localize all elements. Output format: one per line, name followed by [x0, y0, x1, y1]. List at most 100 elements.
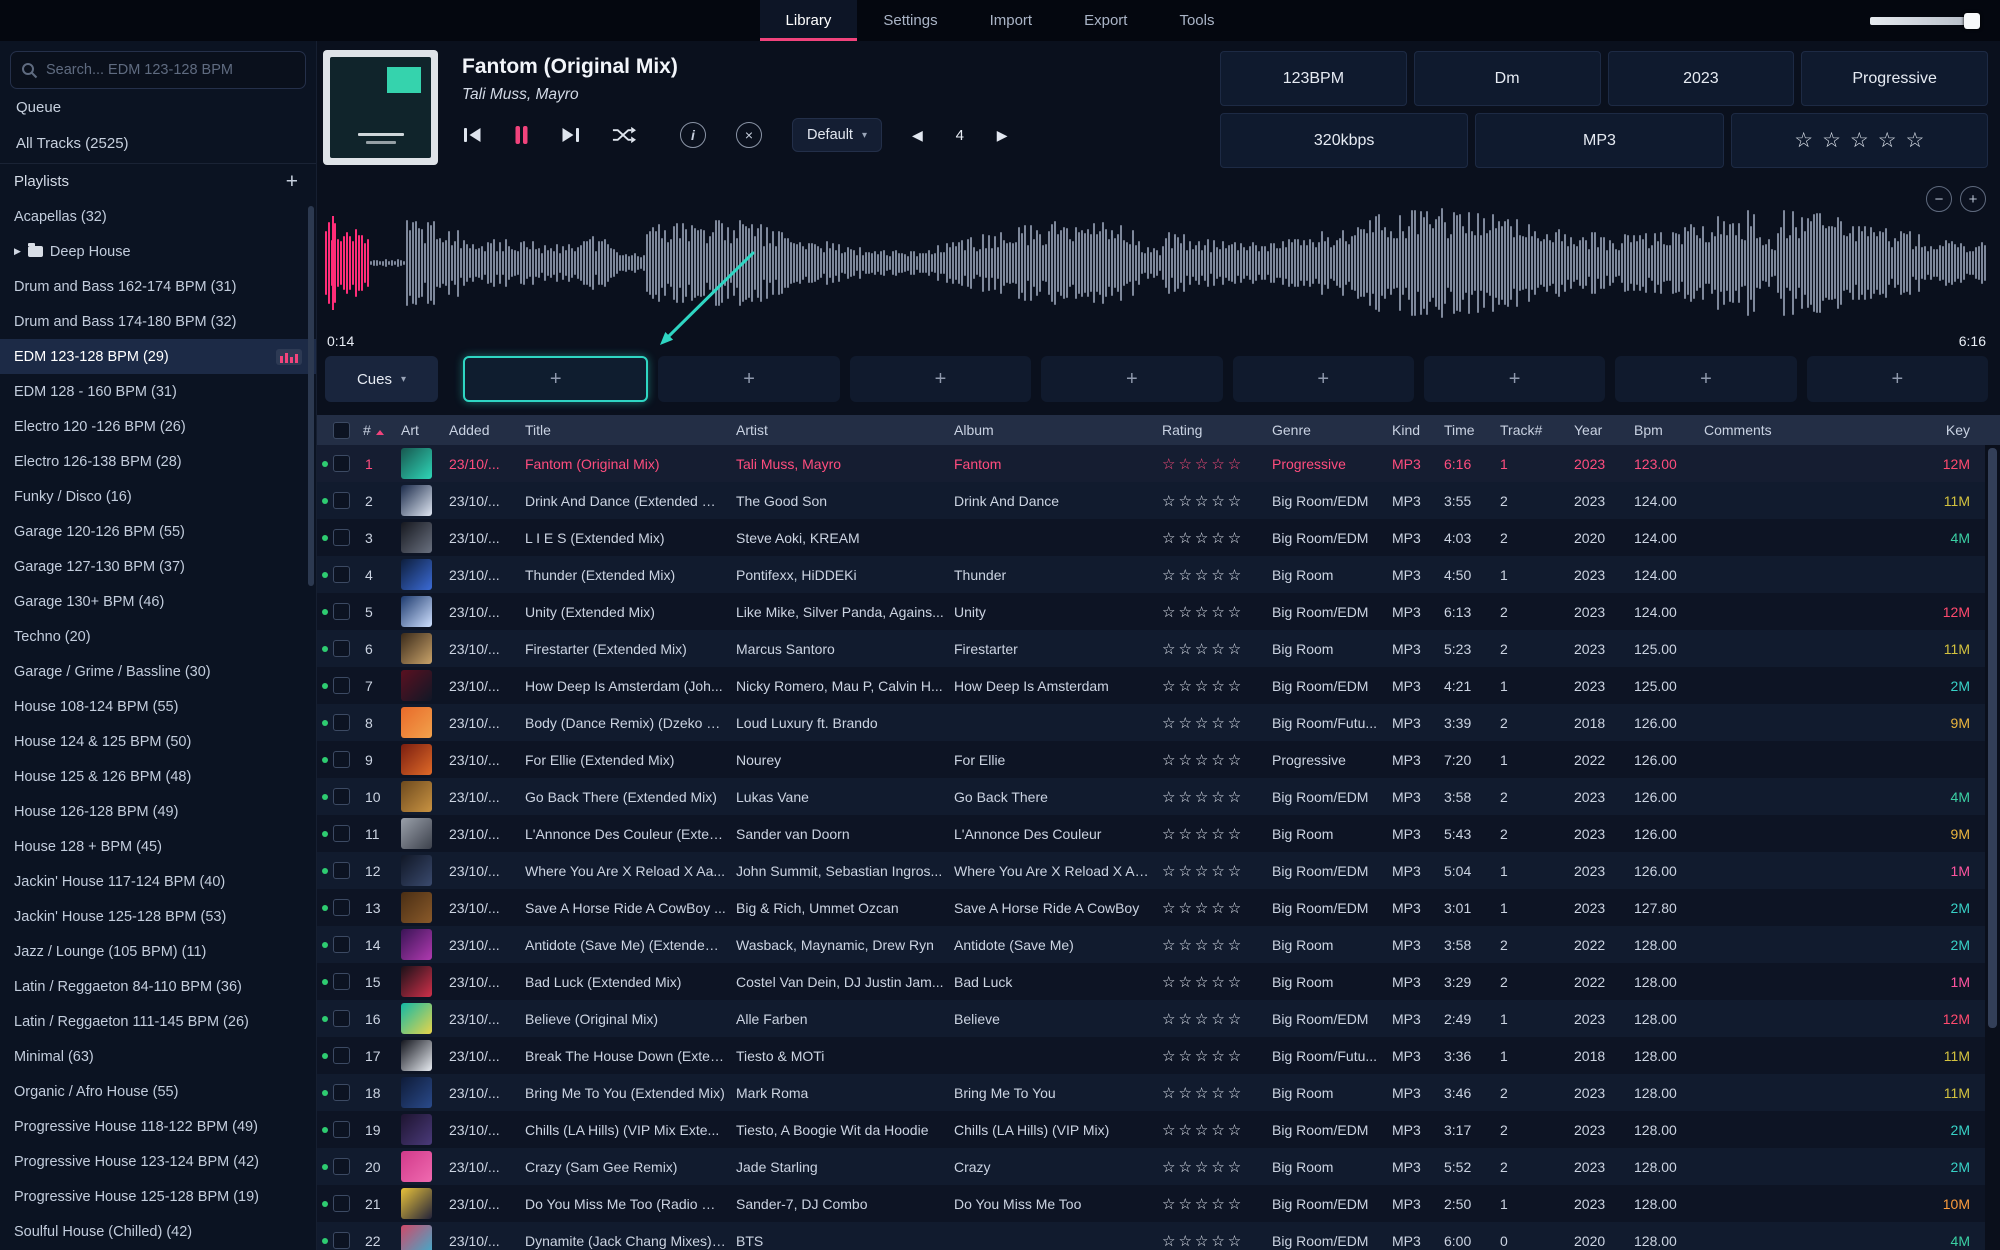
table-row[interactable]: 623/10/...Firestarter (Extended Mix)Marc…: [317, 630, 2000, 667]
cell-rating[interactable]: ☆☆☆☆☆: [1162, 973, 1272, 991]
sidebar-item-playlist[interactable]: House 108-124 BPM (55): [0, 689, 316, 724]
cell-rating[interactable]: ☆☆☆☆☆: [1162, 1195, 1272, 1213]
cell-rating[interactable]: ☆☆☆☆☆: [1162, 1121, 1272, 1139]
column-header-time[interactable]: Time: [1444, 422, 1500, 438]
row-checkbox[interactable]: [333, 825, 350, 842]
sidebar-item-playlist[interactable]: House 124 & 125 BPM (50): [0, 724, 316, 759]
tab-import[interactable]: Import: [964, 0, 1059, 41]
cue-slot[interactable]: +: [1807, 356, 1988, 402]
tab-export[interactable]: Export: [1058, 0, 1153, 41]
sidebar-item-playlist[interactable]: Jackin' House 117-124 BPM (40): [0, 864, 316, 899]
sidebar-item-all-tracks[interactable]: All Tracks (2525): [0, 125, 316, 161]
table-row[interactable]: 523/10/...Unity (Extended Mix)Like Mike,…: [317, 593, 2000, 630]
sidebar-item-playlist[interactable]: Funky / Disco (16): [0, 479, 316, 514]
table-row[interactable]: 2223/10/...Dynamite (Jack Chang Mixes) (…: [317, 1222, 2000, 1250]
column-header-genre[interactable]: Genre: [1272, 422, 1392, 438]
table-row[interactable]: 1023/10/...Go Back There (Extended Mix)L…: [317, 778, 2000, 815]
zoom-out-button[interactable]: −: [1926, 186, 1952, 212]
column-header-bpm[interactable]: Bpm: [1634, 422, 1704, 438]
row-checkbox[interactable]: [333, 1010, 350, 1027]
playhead-marker[interactable]: [332, 216, 334, 310]
row-checkbox[interactable]: [333, 862, 350, 879]
sidebar-item-playlist[interactable]: Electro 126-138 BPM (28): [0, 444, 316, 479]
table-row[interactable]: 1223/10/...Where You Are X Reload X Aa..…: [317, 852, 2000, 889]
cue-slot[interactable]: +: [1424, 356, 1605, 402]
add-playlist-button[interactable]: +: [282, 171, 302, 192]
column-header-track-number[interactable]: Track#: [1500, 422, 1574, 438]
sidebar-item-playlist[interactable]: ▶Deep House: [0, 234, 316, 269]
table-row[interactable]: 823/10/...Body (Dance Remix) (Dzeko R...…: [317, 704, 2000, 741]
preset-dropdown[interactable]: Default ▾: [792, 118, 882, 152]
search-input[interactable]: [46, 62, 295, 78]
table-row[interactable]: 323/10/...L I E S (Extended Mix)Steve Ao…: [317, 519, 2000, 556]
row-checkbox[interactable]: [333, 714, 350, 731]
row-checkbox[interactable]: [333, 1232, 350, 1249]
cell-rating[interactable]: ☆☆☆☆☆: [1162, 492, 1272, 510]
cell-rating[interactable]: ☆☆☆☆☆: [1162, 1232, 1272, 1250]
table-row[interactable]: 1823/10/...Bring Me To You (Extended Mix…: [317, 1074, 2000, 1111]
cell-rating[interactable]: ☆☆☆☆☆: [1162, 640, 1272, 658]
column-header-title[interactable]: Title: [525, 422, 736, 438]
column-header-key[interactable]: Key: [1904, 422, 2000, 438]
row-checkbox[interactable]: [333, 1121, 350, 1138]
column-header-album[interactable]: Album: [954, 422, 1162, 438]
waveform[interactable]: [325, 204, 1988, 322]
sidebar-item-playlist[interactable]: Techno (20): [0, 619, 316, 654]
row-checkbox[interactable]: [333, 788, 350, 805]
cue-slot[interactable]: +: [1041, 356, 1222, 402]
sidebar-item-playlist[interactable]: Jazz / Lounge (105 BPM) (11): [0, 934, 316, 969]
cell-rating[interactable]: ☆☆☆☆☆: [1162, 455, 1272, 473]
row-checkbox[interactable]: [333, 603, 350, 620]
table-row[interactable]: 923/10/...For Ellie (Extended Mix)Nourey…: [317, 741, 2000, 778]
sidebar-item-playlist[interactable]: EDM 123-128 BPM (29): [0, 339, 316, 374]
row-checkbox[interactable]: [333, 899, 350, 916]
row-checkbox[interactable]: [333, 492, 350, 509]
cell-rating[interactable]: ☆☆☆☆☆: [1162, 1047, 1272, 1065]
cancel-button[interactable]: ×: [736, 122, 762, 148]
column-header-art[interactable]: Art: [401, 422, 449, 438]
sidebar-item-playlist[interactable]: Garage 127-130 BPM (37): [0, 549, 316, 584]
sidebar-item-playlist[interactable]: Garage 120-126 BPM (55): [0, 514, 316, 549]
table-row[interactable]: 1623/10/...Believe (Original Mix)Alle Fa…: [317, 1000, 2000, 1037]
sidebar-item-queue[interactable]: Queue: [0, 89, 316, 125]
cues-dropdown[interactable]: Cues ▾: [325, 356, 438, 402]
track-rating-stars[interactable]: ☆☆☆☆☆: [1731, 113, 1988, 168]
table-row[interactable]: 423/10/...Thunder (Extended Mix)Pontifex…: [317, 556, 2000, 593]
sidebar-item-playlist[interactable]: House 125 & 126 BPM (48): [0, 759, 316, 794]
sidebar-item-playlist[interactable]: Progressive House 125-128 BPM (19): [0, 1179, 316, 1214]
position-prev-button[interactable]: ◀: [912, 127, 923, 144]
tab-settings[interactable]: Settings: [857, 0, 963, 41]
cell-rating[interactable]: ☆☆☆☆☆: [1162, 714, 1272, 732]
sidebar-item-playlist[interactable]: House 126-128 BPM (49): [0, 794, 316, 829]
track-info-button[interactable]: i: [680, 122, 706, 148]
pause-button[interactable]: [513, 125, 530, 145]
select-all-checkbox[interactable]: [333, 422, 350, 439]
cell-rating[interactable]: ☆☆☆☆☆: [1162, 1084, 1272, 1102]
cue-slot[interactable]: +: [1615, 356, 1796, 402]
column-header-number[interactable]: #: [363, 422, 401, 438]
sidebar-item-playlist[interactable]: Latin / Reggaeton 111-145 BPM (26): [0, 1004, 316, 1039]
row-checkbox[interactable]: [333, 973, 350, 990]
cue-slot[interactable]: +: [1233, 356, 1414, 402]
table-scrollbar[interactable]: [1985, 445, 2000, 1250]
column-header-added[interactable]: Added: [449, 422, 525, 438]
table-row[interactable]: 2023/10/...Crazy (Sam Gee Remix)Jade Sta…: [317, 1148, 2000, 1185]
table-row[interactable]: 123/10/...Fantom (Original Mix)Tali Muss…: [317, 445, 2000, 482]
row-checkbox[interactable]: [333, 640, 350, 657]
cell-rating[interactable]: ☆☆☆☆☆: [1162, 751, 1272, 769]
table-row[interactable]: 723/10/...How Deep Is Amsterdam (Joh...N…: [317, 667, 2000, 704]
cell-rating[interactable]: ☆☆☆☆☆: [1162, 788, 1272, 806]
cell-rating[interactable]: ☆☆☆☆☆: [1162, 862, 1272, 880]
sidebar-item-playlist[interactable]: Electro 120 -126 BPM (26): [0, 409, 316, 444]
expand-caret-icon[interactable]: ▶: [14, 246, 21, 257]
cell-rating[interactable]: ☆☆☆☆☆: [1162, 529, 1272, 547]
row-checkbox[interactable]: [333, 1047, 350, 1064]
skip-forward-button[interactable]: [560, 126, 581, 144]
cell-rating[interactable]: ☆☆☆☆☆: [1162, 1158, 1272, 1176]
sidebar-item-playlist[interactable]: Garage / Grime / Bassline (30): [0, 654, 316, 689]
sidebar-item-playlist[interactable]: House 128 + BPM (45): [0, 829, 316, 864]
table-row[interactable]: 1723/10/...Break The House Down (Exten..…: [317, 1037, 2000, 1074]
cell-rating[interactable]: ☆☆☆☆☆: [1162, 566, 1272, 584]
column-header-kind[interactable]: Kind: [1392, 422, 1444, 438]
cell-rating[interactable]: ☆☆☆☆☆: [1162, 825, 1272, 843]
